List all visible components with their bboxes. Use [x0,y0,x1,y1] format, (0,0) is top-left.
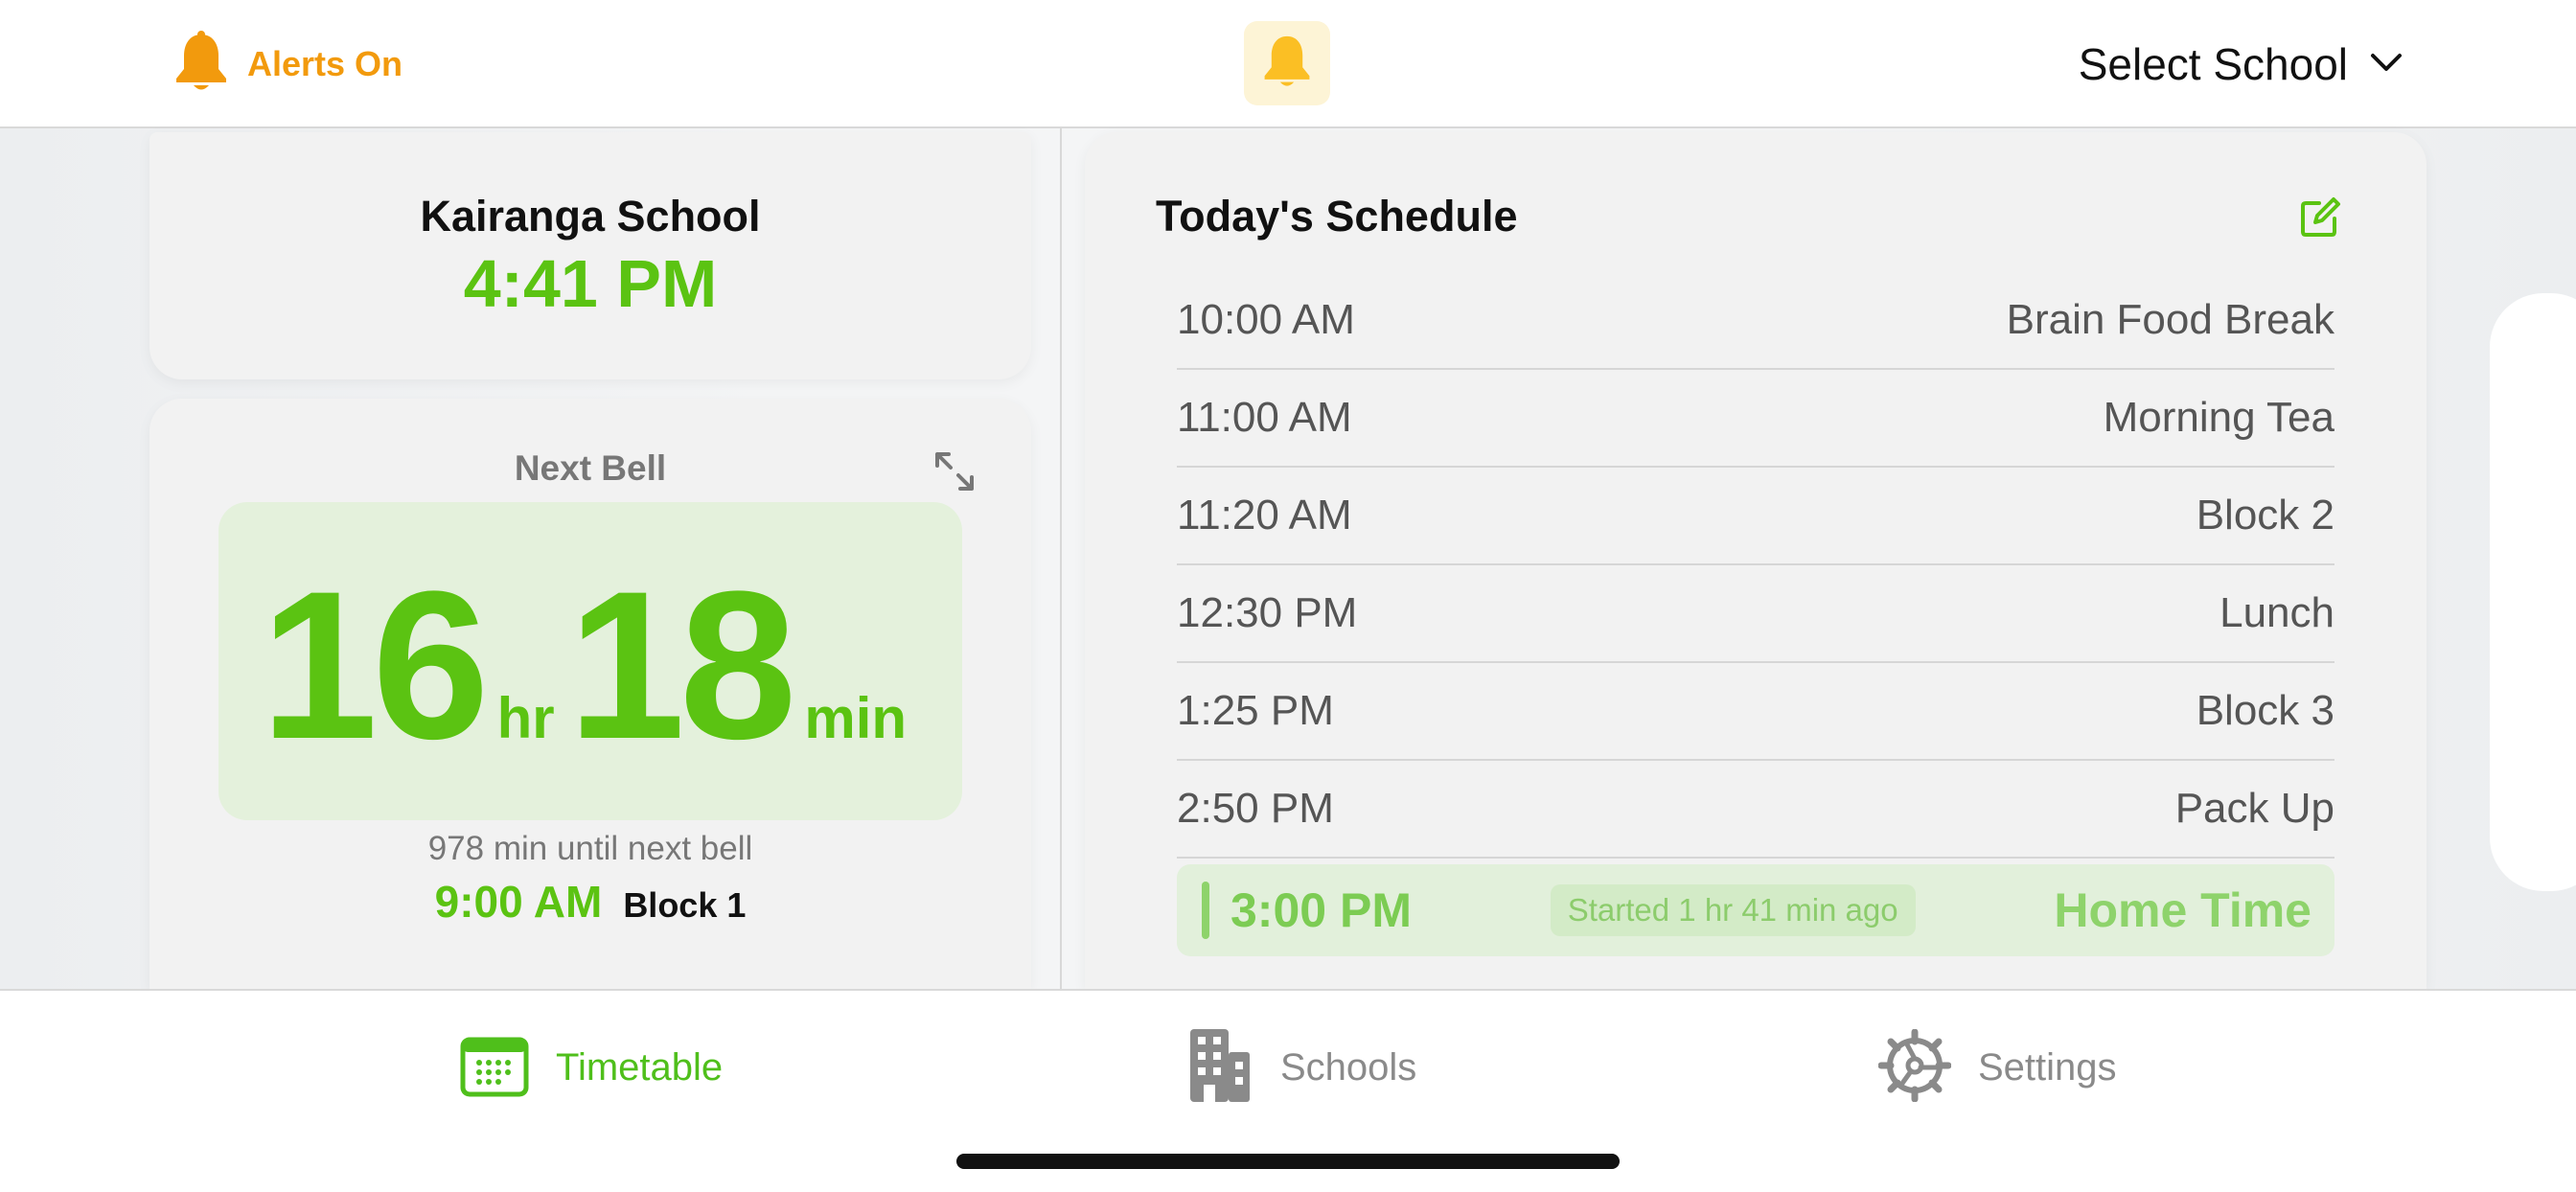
schedule-row[interactable]: 2:50 PM Pack Up [1177,761,2334,859]
building-icon [1186,1027,1254,1109]
schedule-row[interactable]: 1:25 PM Block 3 [1177,663,2334,761]
side-panel-edge [2490,293,2576,891]
schedule-time: 12:30 PM [1177,589,1358,636]
tab-bar: Timetable Schools Settings [0,989,2576,1192]
tab-settings-label: Settings [1978,1045,2117,1089]
edit-icon [2298,197,2342,243]
home-indicator[interactable] [956,1154,1620,1169]
schedule-time: 1:25 PM [1177,687,1334,734]
tab-schools-label: Schools [1280,1045,1417,1089]
schedule-row[interactable]: 10:00 AM Brain Food Break [1177,272,2334,370]
tab-timetable-label: Timetable [556,1045,724,1089]
schedule-time: 10:00 AM [1177,296,1355,343]
edit-schedule-button[interactable] [2298,195,2342,240]
countdown-minutes-unit: min [804,686,908,750]
schedule-list: 10:00 AM Brain Food Break 11:00 AM Morni… [1177,272,2334,956]
expand-button[interactable] [933,450,976,493]
next-bell-card: Next Bell 16 hr 18 min 978 min until nex… [150,399,1031,989]
top-bar: Alerts On Select School [0,0,2576,128]
until-next-bell-text: 978 min until next bell [427,830,753,867]
schedule-name: Morning Tea [2103,394,2334,441]
schedule-row[interactable]: 11:00 AM Morning Tea [1177,370,2334,468]
school-card: Kairanga School 4:41 PM [150,132,1031,379]
schedule-time: 11:00 AM [1177,394,1352,441]
tab-timetable[interactable]: Timetable [460,1020,723,1115]
calendar-icon [460,1034,529,1102]
alerts-label: Alerts On [247,44,403,83]
select-school-label: Select School [2078,39,2348,89]
current-schedule-row[interactable]: 3:00 PM Started 1 hr 41 min ago Home Tim… [1177,864,2334,956]
schedule-time: 2:50 PM [1177,785,1334,832]
schedule-name: Block 3 [2196,687,2334,734]
schedule-name: Brain Food Break [2006,296,2334,343]
current-schedule-time: 3:00 PM [1230,883,1412,937]
countdown-hours: 16 [260,547,490,783]
pane-divider [1060,128,1062,989]
bell-icon [1261,33,1313,95]
schedule-title: Today's Schedule [1156,192,1518,241]
content-area: Kairanga School 4:41 PM Next Bell 16 hr … [0,128,2576,989]
current-time: 4:41 PM [463,246,718,321]
tab-settings[interactable]: Settings [1877,1020,2117,1115]
next-bell-info: 9:00 AM Block 1 [150,876,1031,928]
countdown-hours-unit: hr [496,686,555,750]
bell-icon [172,30,230,99]
schedule-time: 11:20 AM [1177,492,1352,539]
school-name: Kairanga School [420,192,761,241]
schedule-row[interactable]: 11:20 AM Block 2 [1177,468,2334,565]
expand-icon [933,452,976,496]
tab-schools[interactable]: Schools [1186,1020,1416,1115]
started-ago-badge: Started 1 hr 41 min ago [1550,884,1916,936]
schedule-name: Lunch [2220,589,2334,636]
next-bell-label: Next Bell [514,448,667,488]
schedule-name: Block 2 [2196,492,2334,539]
schedule-card: Today's Schedule 10:00 AM Brain Food Bre… [1085,132,2426,989]
alerts-toggle[interactable]: Alerts On [172,30,403,99]
schedule-row[interactable]: 12:30 PM Lunch [1177,565,2334,663]
next-bell-time: 9:00 AM [434,877,603,927]
chevron-down-icon [2369,51,2404,79]
countdown-display: 16 hr 18 min [218,502,962,820]
schedule-name: Pack Up [2174,785,2334,832]
current-indicator-bar [1202,882,1209,939]
bell-button[interactable] [1244,21,1330,105]
gear-icon [1877,1028,1952,1107]
current-schedule-name: Home Time [2054,883,2312,937]
next-bell-name: Block 1 [623,885,747,925]
select-school-dropdown[interactable]: Select School [2079,34,2404,94]
countdown-minutes: 18 [567,547,797,783]
